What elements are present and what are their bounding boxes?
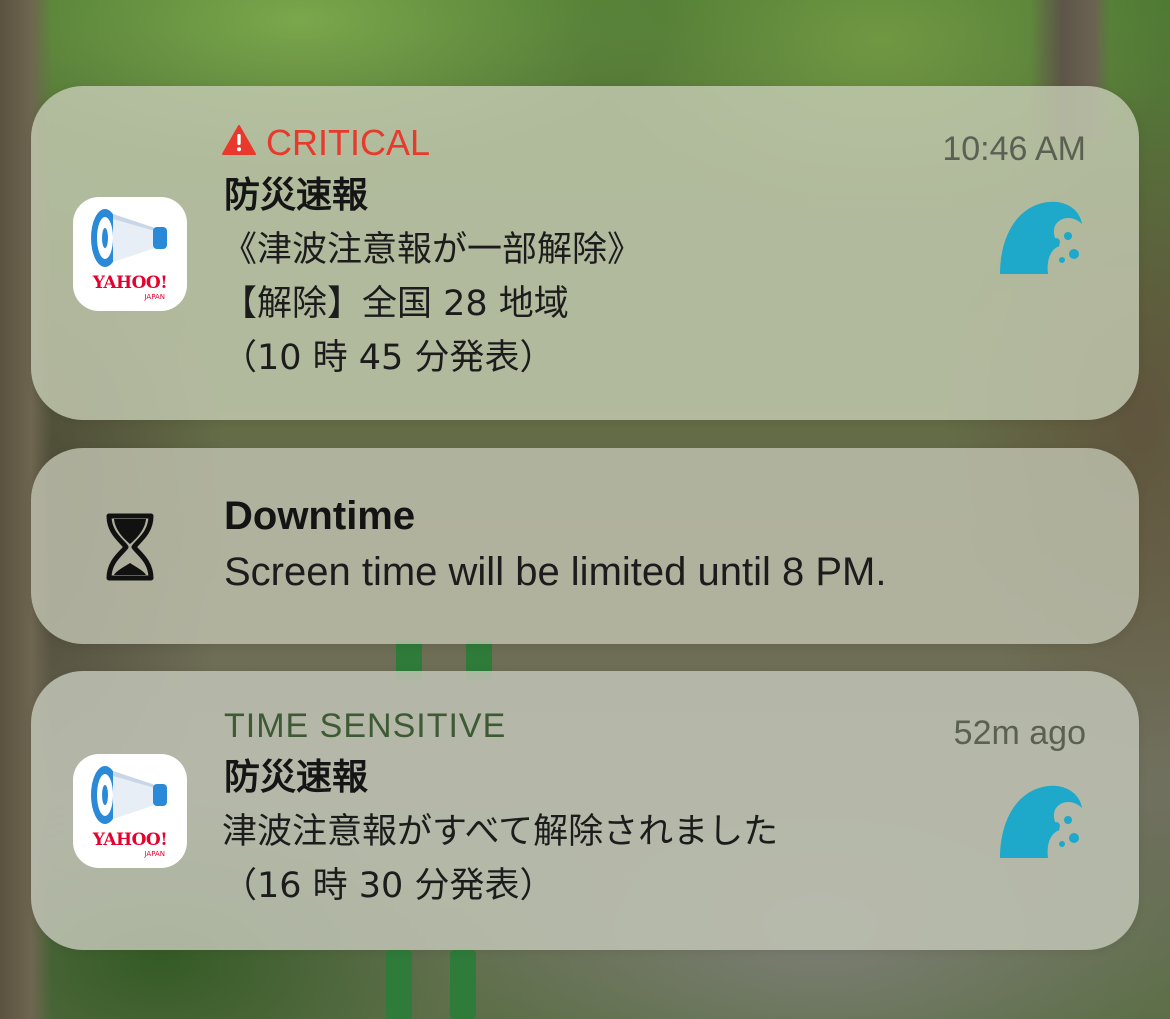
app-icon-wordmark: YAHOO! — [92, 830, 168, 850]
tsunami-wave-icon — [996, 782, 1086, 866]
notification-body-line: 【解除】全国 28 地域 — [222, 284, 569, 324]
app-icon-wordmark: YAHOO! — [92, 273, 168, 293]
app-icon-wordmark-sub: JAPAN — [144, 293, 165, 301]
time-sensitive-label: TIME SENSITIVE — [224, 707, 507, 745]
notification-title: Downtime — [224, 494, 416, 538]
notification-title: 防災速報 — [224, 175, 369, 216]
notification-title: 防災速報 — [224, 757, 369, 798]
notification-body-line: （10 時 45 分発表） — [222, 338, 555, 378]
tsunami-wave-icon — [996, 198, 1086, 282]
critical-label: CRITICAL — [266, 122, 431, 163]
notification-time: 10:46 AM — [942, 130, 1086, 168]
notification-body-line: 津波注意報がすべて解除されました — [222, 812, 779, 852]
critical-badge: CRITICAL — [222, 122, 430, 164]
notification-time: 52m ago — [953, 714, 1086, 752]
notification-body-line: （16 時 30 分発表） — [222, 866, 555, 906]
wallpaper-railing — [386, 950, 412, 1019]
yahoo-megaphone-icon: YAHOO! JAPAN — [73, 754, 187, 868]
hourglass-icon — [106, 513, 154, 585]
warning-triangle-icon — [222, 122, 256, 164]
notification-body: Screen time will be limited until 8 PM. — [224, 550, 887, 594]
notification-body-line: 《津波注意報が一部解除》 — [222, 230, 643, 270]
yahoo-megaphone-icon: YAHOO! JAPAN — [73, 197, 187, 311]
notification-downtime[interactable] — [31, 448, 1139, 644]
app-icon-wordmark-sub: JAPAN — [144, 850, 165, 858]
wallpaper-railing — [450, 950, 476, 1019]
